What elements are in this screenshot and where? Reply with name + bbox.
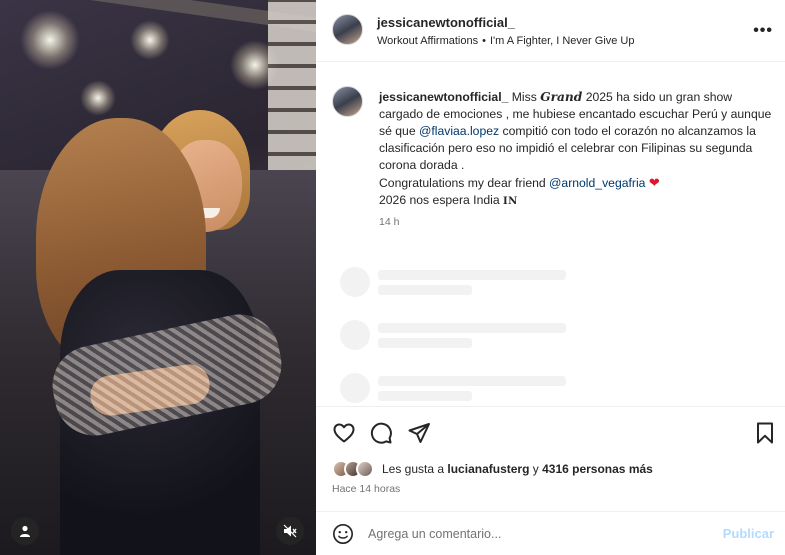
- stage-light: [80, 80, 116, 116]
- emoji-icon[interactable]: [332, 523, 354, 545]
- comment-placeholder: [316, 320, 785, 360]
- post-media[interactable]: [0, 0, 316, 555]
- action-bar: Les gusta a lucianafusterg y 4316 person…: [316, 406, 785, 555]
- caption-username[interactable]: jessicanewtonofficial_: [379, 90, 508, 104]
- comment-placeholder: [316, 267, 785, 307]
- caption-grand: 𝑮𝒓𝒂𝒏𝒅: [540, 90, 583, 104]
- caption-text: jessicanewtonofficial_ Miss 𝑮𝒓𝒂𝒏𝒅 2025 h…: [379, 89, 774, 210]
- likes-summary[interactable]: Les gusta a lucianafusterg y 4316 person…: [332, 459, 653, 479]
- comment-input[interactable]: [368, 524, 698, 544]
- more-options-icon[interactable]: •••: [753, 22, 773, 40]
- heart-icon[interactable]: [332, 421, 356, 445]
- placeholder-avatar: [340, 320, 370, 350]
- audio-separator: •: [482, 35, 486, 47]
- heart-emoji: ❤: [648, 175, 660, 190]
- comment-bar: Publicar: [316, 511, 785, 555]
- user-icon: [20, 525, 30, 537]
- stage-light: [20, 10, 80, 70]
- bookmark-icon[interactable]: [753, 421, 777, 445]
- likes-count[interactable]: 4316 personas más: [542, 462, 653, 476]
- caption-text-segment: Miss: [508, 90, 541, 104]
- send-icon[interactable]: [407, 421, 431, 445]
- audio-artist[interactable]: I'm A Fighter, I Never Give Up: [490, 35, 635, 47]
- publish-button[interactable]: Publicar: [723, 526, 774, 541]
- placeholder-line: [378, 391, 472, 401]
- placeholder-line: [378, 338, 472, 348]
- likes-text: Les gusta a lucianafusterg y 4316 person…: [382, 462, 653, 476]
- post-panel: jessicanewtonofficial_ Workout Affirmati…: [316, 0, 785, 555]
- mute-button[interactable]: [276, 517, 304, 545]
- liker-avatar: [356, 460, 374, 478]
- audio-title[interactable]: Workout Affirmations: [377, 35, 478, 47]
- post-header: jessicanewtonofficial_ Workout Affirmati…: [316, 0, 785, 62]
- post-time-ago: Hace 14 horas: [332, 483, 401, 495]
- mention-link[interactable]: @arnold_vegafria: [549, 176, 645, 190]
- caption-text-segment: Congratulations my dear friend: [379, 176, 550, 190]
- speaker-muted-icon: [283, 524, 297, 538]
- header-username[interactable]: jessicanewtonofficial_: [377, 15, 515, 30]
- india-flag-emoji: IN: [503, 196, 518, 207]
- user-tag-button[interactable]: [11, 517, 39, 545]
- comment-icon[interactable]: [369, 421, 393, 445]
- avatar[interactable]: [332, 86, 363, 117]
- avatar[interactable]: [332, 14, 363, 45]
- likes-middle: y: [529, 462, 543, 476]
- placeholder-line: [378, 270, 566, 280]
- placeholder-line: [378, 323, 566, 333]
- placeholder-line: [378, 285, 472, 295]
- stage-light: [130, 20, 170, 60]
- caption-text-segment: 2026 nos espera India: [379, 193, 503, 207]
- audio-info[interactable]: Workout Affirmations • I'm A Fighter, I Ne…: [377, 35, 635, 47]
- placeholder-avatar: [340, 373, 370, 403]
- mention-link[interactable]: @flaviaa.lopez: [419, 124, 499, 138]
- likes-prefix: Les gusta a: [382, 462, 448, 476]
- liker-username[interactable]: lucianafusterg: [447, 462, 529, 476]
- placeholder-avatar: [340, 267, 370, 297]
- placeholder-line: [378, 376, 566, 386]
- caption-timestamp: 14 h: [379, 216, 400, 228]
